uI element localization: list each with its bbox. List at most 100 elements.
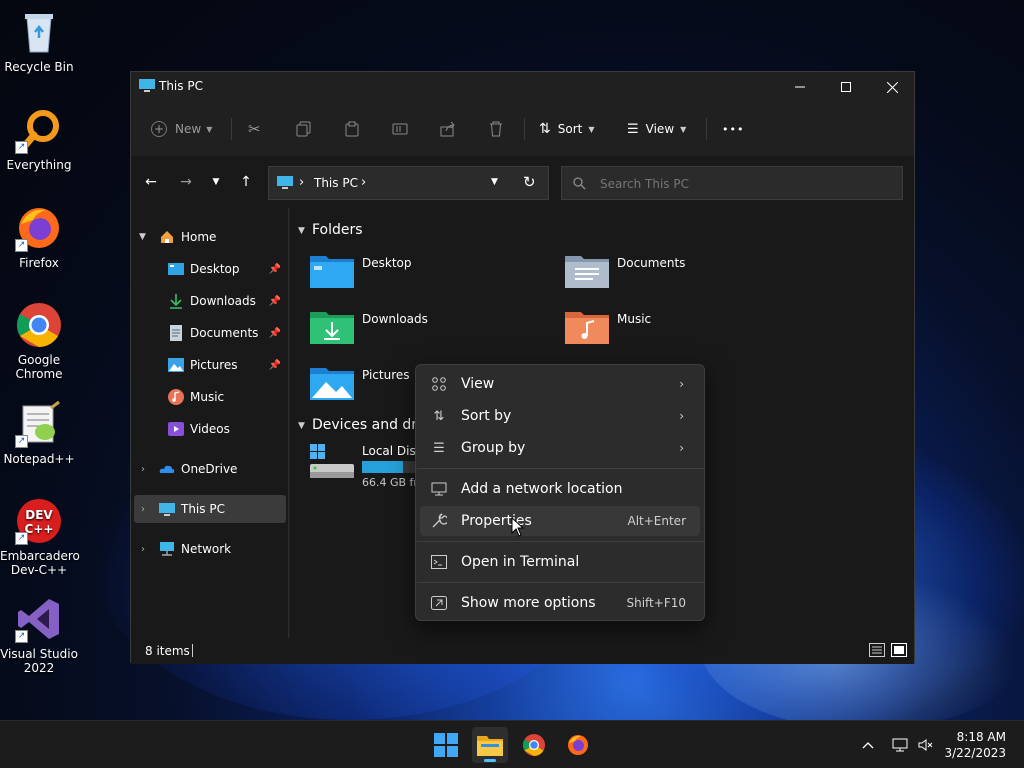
desktop-icon-everything[interactable]: ↗ Everything [0, 106, 78, 172]
sidebar-item-videos[interactable]: Videos [131, 415, 289, 443]
up-button[interactable]: ↑ [234, 170, 258, 194]
onedrive-cloud-icon [159, 461, 175, 477]
navigation-pane: ▼ Home Desktop 📌 Downloads 📌 Documents 📌… [131, 208, 289, 638]
new-button[interactable]: + New ▼ [151, 114, 212, 144]
desktop-icon-visual-studio[interactable]: ↗ Visual Studio 2022 [0, 595, 78, 675]
tiles-view-button[interactable] [891, 643, 907, 660]
maximize-button[interactable] [823, 72, 869, 102]
toolbar-divider [524, 118, 525, 140]
copy-button[interactable] [296, 114, 312, 144]
chevron-down-icon: ▼ [491, 177, 498, 187]
search-icon [573, 177, 586, 190]
share-button[interactable] [440, 114, 456, 144]
folder-documents[interactable]: Documents [565, 252, 685, 288]
search-input[interactable] [600, 175, 890, 193]
show-more-icon [430, 594, 448, 612]
minimize-button[interactable] [777, 72, 823, 102]
pin-icon[interactable]: 📌 [269, 296, 281, 307]
menu-item-open-in-terminal[interactable]: Open in Terminal [420, 547, 700, 577]
desktop-icon-chrome[interactable]: Google Chrome [0, 301, 78, 381]
arrow-left-icon: ← [145, 174, 157, 190]
pin-icon[interactable]: 📌 [269, 328, 281, 339]
refresh-icon: ↻ [523, 173, 536, 191]
sidebar-item-network[interactable]: › Network [131, 535, 289, 563]
breadcrumb-separator[interactable]: › [361, 175, 366, 190]
forward-button[interactable]: → [174, 170, 198, 194]
arrow-up-icon: ↑ [240, 174, 252, 190]
system-clock[interactable]: 8:18 AM 3/22/2023 [944, 729, 1006, 761]
folders-collapse-chevron-icon[interactable]: ▼ [298, 226, 305, 236]
delete-button[interactable] [488, 114, 504, 144]
address-dropdown-button[interactable]: ▼ [491, 177, 498, 187]
desktop-icon-recycle-bin[interactable]: Recycle Bin [0, 8, 78, 74]
menu-item-group-by[interactable]: ☰ Group by › [420, 433, 700, 463]
paste-icon [345, 121, 359, 137]
breadcrumb-this-pc[interactable]: This PC [314, 176, 358, 190]
folder-pictures[interactable]: Pictures [310, 364, 410, 400]
this-pc-icon [159, 501, 175, 517]
menu-item-show-more-options[interactable]: Show more options Shift+F10 [420, 588, 700, 618]
address-bar[interactable]: › This PC › ▼ ↻ [268, 166, 549, 200]
close-button[interactable] [869, 72, 915, 102]
folder-music[interactable]: Music [565, 308, 651, 344]
folder-downloads[interactable]: Downloads [310, 308, 428, 344]
menu-item-sort-by[interactable]: ⇅ Sort by › [420, 401, 700, 431]
taskbar-chrome[interactable] [516, 727, 552, 763]
folders-section-header[interactable]: Folders [312, 222, 363, 238]
menu-item-view[interactable]: View › [420, 369, 700, 399]
back-button[interactable]: ← [139, 170, 163, 194]
sidebar-item-this-pc[interactable]: › This PC [134, 495, 286, 523]
desktop-icon-devcpp[interactable]: DEV C++ ↗ Embarcadero Dev-C++ [0, 497, 80, 577]
taskbar-file-explorer[interactable] [472, 727, 508, 763]
devices-collapse-chevron-icon[interactable]: ▼ [298, 421, 305, 431]
sort-button[interactable]: ⇅ Sort ▼ [539, 114, 595, 144]
sidebar-item-onedrive[interactable]: › OneDrive [131, 455, 289, 483]
pin-icon[interactable]: 📌 [269, 360, 281, 371]
rename-button[interactable] [392, 114, 408, 144]
network-status-button[interactable] [888, 727, 912, 763]
folder-desktop[interactable]: Desktop [310, 252, 412, 288]
title-bar[interactable]: This PC [131, 72, 914, 102]
desktop-icon-notepadpp[interactable]: ↗ Notepad++ [0, 400, 78, 466]
cut-button[interactable]: ✂ [248, 114, 261, 144]
clock-date: 3/22/2023 [944, 746, 1006, 760]
sidebar-item-pictures[interactable]: Pictures 📌 [131, 351, 289, 379]
shortcut-arrow-icon: ↗ [15, 239, 28, 252]
sidebar-item-documents[interactable]: Documents 📌 [131, 319, 289, 347]
refresh-button[interactable]: ↻ [523, 173, 536, 191]
start-button[interactable] [428, 727, 464, 763]
arrow-right-icon: → [180, 174, 192, 190]
sidebar-item-music[interactable]: Music [131, 383, 289, 411]
sidebar-item-home[interactable]: ▼ Home [131, 223, 289, 251]
menu-item-properties[interactable]: Properties Alt+Enter [420, 506, 700, 536]
recent-locations-button[interactable]: ▼ [204, 170, 228, 194]
visual-studio-icon: ↗ [15, 595, 63, 643]
more-options-button[interactable]: ••• [722, 114, 744, 144]
chevron-right-icon: › [679, 409, 684, 423]
view-button[interactable]: ☰ View ▼ [627, 114, 686, 144]
devices-section-header[interactable]: Devices and dri [312, 417, 421, 433]
taskbar-firefox[interactable] [560, 727, 596, 763]
show-hidden-icons-button[interactable] [856, 727, 880, 763]
toolbar-divider [231, 118, 232, 140]
volume-button[interactable] [914, 727, 938, 763]
breadcrumb-separator: › [299, 175, 305, 190]
pin-icon[interactable]: 📌 [269, 264, 281, 275]
drive-local-disk[interactable]: Local Disk 66.4 GB fre [310, 444, 424, 489]
sidebar-item-desktop[interactable]: Desktop 📌 [131, 255, 289, 283]
chevron-right-icon: › [679, 377, 684, 391]
hard-drive-icon [310, 444, 354, 480]
group-list-icon: ☰ [433, 440, 445, 456]
search-box[interactable] [561, 166, 903, 200]
desktop-icon-firefox[interactable]: ↗ Firefox [0, 204, 78, 270]
menu-item-add-network-location[interactable]: Add a network location [420, 474, 700, 504]
chrome-icon [15, 301, 63, 349]
mouse-cursor-icon [511, 517, 525, 537]
notepadpp-icon: ↗ [15, 400, 63, 448]
downloads-folder-icon [310, 308, 354, 344]
details-view-button[interactable] [869, 643, 885, 660]
sidebar-item-downloads[interactable]: Downloads 📌 [131, 287, 289, 315]
paste-button[interactable] [344, 114, 360, 144]
copy-icon [296, 121, 311, 137]
plus-circle-icon: + [151, 121, 167, 137]
